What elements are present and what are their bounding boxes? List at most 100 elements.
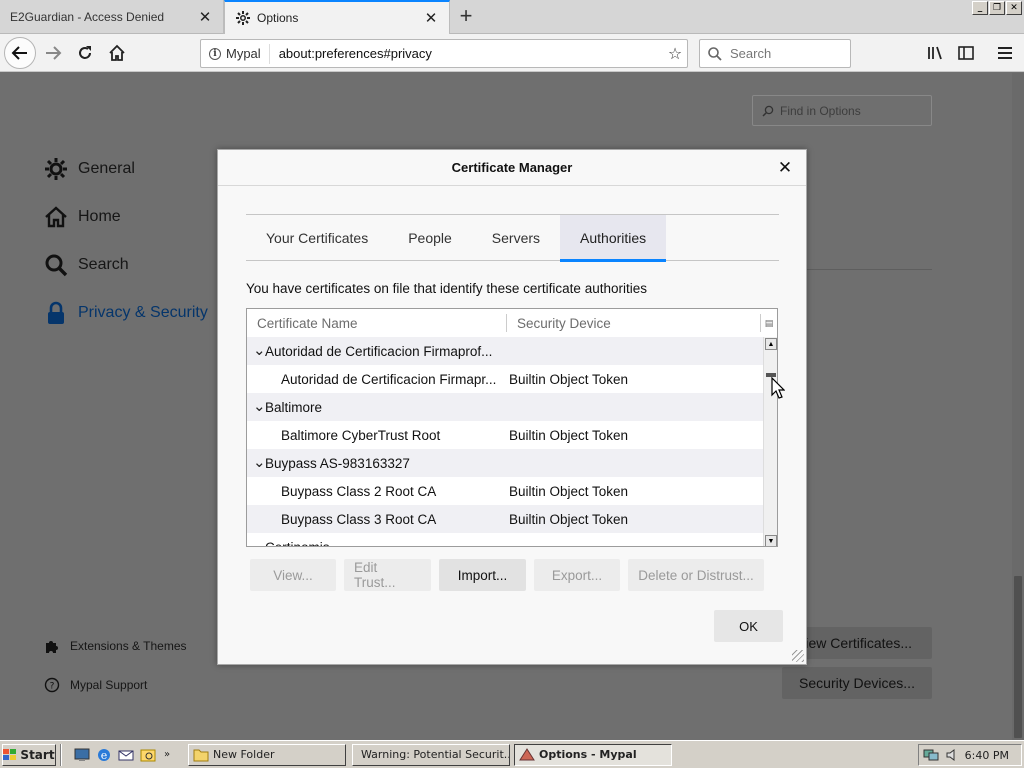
certificate-row[interactable]: Buypass Class 2 Root CA Builtin Object To…: [247, 477, 764, 505]
certificate-row[interactable]: Buypass Class 3 Root CA Builtin Object To…: [247, 505, 764, 533]
mail-icon[interactable]: [118, 747, 134, 763]
scroll-up-icon[interactable]: ▲: [765, 338, 777, 350]
find-in-options-input[interactable]: Find in Options: [752, 95, 932, 126]
page-scrollbar[interactable]: [1012, 73, 1024, 740]
certificate-group-row[interactable]: ⌄ Buypass AS-983163327: [247, 449, 764, 477]
close-icon[interactable]: ✕: [197, 8, 213, 26]
url-text[interactable]: about:preferences#privacy: [270, 46, 663, 61]
chevron-down-icon[interactable]: ⌄: [247, 539, 266, 546]
certificate-row[interactable]: Autoridad de Certificacion Firmapr... Bui…: [247, 365, 764, 393]
extensions-themes-link[interactable]: Extensions & Themes: [44, 638, 187, 654]
home-button[interactable]: [102, 38, 132, 68]
column-security-device[interactable]: Security Device: [507, 314, 761, 332]
security-device: Builtin Object Token: [509, 427, 629, 443]
category-general[interactable]: General: [44, 157, 135, 181]
close-window-icon[interactable]: ✕: [1006, 1, 1022, 15]
category-search[interactable]: Search: [44, 253, 129, 277]
back-arrow-icon: [11, 46, 27, 60]
bookmark-star-icon[interactable]: ☆: [663, 44, 687, 64]
tab-people[interactable]: People: [388, 215, 472, 261]
security-device: Builtin Object Token: [509, 511, 629, 527]
reload-button[interactable]: [70, 38, 100, 68]
puzzle-icon: [46, 641, 58, 653]
hamburger-menu-icon: [998, 47, 1012, 59]
library-button[interactable]: [920, 38, 950, 68]
home-icon: [45, 206, 67, 228]
certificate-manager-dialog: Certificate Manager ✕ Your Certificates …: [217, 149, 807, 665]
column-certificate-name[interactable]: Certificate Name: [247, 314, 507, 332]
search-input[interactable]: Search: [699, 39, 851, 68]
site-identity[interactable]: i Mypal: [201, 43, 270, 64]
certificate-name: Autoridad de Certificacion Firmaprof...: [265, 343, 493, 359]
tree-scrollbar[interactable]: ▲ ▼: [763, 337, 777, 546]
chevron-down-icon[interactable]: ⌄: [247, 343, 266, 358]
tab-options[interactable]: Options ✕: [224, 0, 450, 34]
explorer-icon[interactable]: [140, 747, 156, 763]
category-home[interactable]: Home: [44, 205, 121, 229]
identity-label: Mypal: [226, 46, 261, 61]
close-icon[interactable]: ✕: [776, 159, 794, 177]
column-picker-icon[interactable]: ▤: [761, 318, 777, 329]
category-label: Search: [78, 256, 129, 273]
chevron-more-icon[interactable]: »: [164, 749, 170, 760]
resize-grip[interactable]: [792, 650, 804, 662]
search-icon: [45, 254, 68, 277]
certificate-group-row[interactable]: ⌄ Certinomis: [247, 533, 764, 546]
taskbar-item-warning[interactable]: Warning: Potential Securit...: [352, 743, 510, 766]
security-devices-button[interactable]: Security Devices...: [782, 667, 932, 699]
desktop-icon[interactable]: [74, 747, 90, 763]
security-devices-label: Security Devices...: [799, 675, 915, 691]
svg-text:?: ?: [50, 682, 55, 692]
tab-title: E2Guardian - Access Denied: [10, 10, 165, 24]
menu-button[interactable]: [990, 38, 1020, 68]
tab-e2guardian[interactable]: E2Guardian - Access Denied ✕: [0, 0, 224, 34]
extensions-label: Extensions & Themes: [70, 639, 187, 653]
certificate-group-row[interactable]: ⌄ Autoridad de Certificacion Firmaprof...: [247, 337, 764, 365]
quick-launch: e »: [74, 747, 170, 763]
taskbar-item-options[interactable]: Options - Mypal: [514, 743, 672, 766]
delete-distrust-button[interactable]: Delete or Distrust...: [628, 559, 764, 591]
info-icon: i: [209, 47, 221, 60]
divider: [806, 269, 932, 270]
close-icon[interactable]: ✕: [423, 9, 439, 27]
certificate-group-row[interactable]: ⌄ Baltimore: [247, 393, 764, 421]
navigation-toolbar: i Mypal about:preferences#privacy ☆ Sear…: [0, 34, 1024, 72]
search-icon: [762, 105, 774, 117]
tab-authorities[interactable]: Authorities: [560, 215, 667, 262]
back-button[interactable]: [4, 37, 36, 69]
certificate-tree[interactable]: Certificate Name Security Device ▤ ⌄ Auto…: [246, 308, 778, 547]
url-bar[interactable]: i Mypal about:preferences#privacy ☆: [200, 39, 688, 68]
chevron-down-icon[interactable]: ⌄: [247, 399, 266, 414]
internet-explorer-icon[interactable]: e: [96, 747, 112, 763]
minimize-icon[interactable]: _: [972, 1, 988, 15]
volume-icon[interactable]: [945, 748, 959, 762]
category-privacy-security[interactable]: Privacy & Security: [44, 301, 208, 325]
forward-button[interactable]: [38, 38, 68, 68]
restore-icon[interactable]: ❐: [989, 1, 1005, 15]
new-tab-button[interactable]: +: [454, 4, 478, 28]
tab-strip: E2Guardian - Access Denied ✕ Options ✕ +…: [0, 0, 1024, 34]
ok-button[interactable]: OK: [714, 610, 783, 642]
export-button[interactable]: Export...: [534, 559, 620, 591]
windows-logo-icon: [3, 748, 17, 760]
sidebar-button[interactable]: [951, 38, 981, 68]
network-icon[interactable]: [923, 748, 939, 762]
authorities-description: You have certificates on file that ident…: [246, 281, 647, 296]
certificate-row[interactable]: Baltimore CyberTrust Root Builtin Object …: [247, 421, 764, 449]
start-button[interactable]: Start: [2, 743, 56, 766]
security-device: Builtin Object Token: [509, 483, 629, 499]
folder-icon: [193, 749, 209, 761]
view-button[interactable]: View...: [250, 559, 336, 591]
tab-your-certificates[interactable]: Your Certificates: [246, 215, 388, 261]
scroll-down-icon[interactable]: ▼: [765, 535, 777, 546]
import-button[interactable]: Import...: [439, 559, 526, 591]
edit-trust-button[interactable]: Edit Trust...: [344, 559, 431, 591]
clock: 6:40 PM: [964, 748, 1009, 762]
chevron-down-icon[interactable]: ⌄: [247, 455, 266, 470]
certificate-name: Buypass AS-983163327: [265, 455, 410, 471]
support-link[interactable]: ? Mypal Support: [44, 677, 147, 693]
taskbar-item-new-folder[interactable]: New Folder: [188, 743, 346, 766]
tab-servers[interactable]: Servers: [472, 215, 560, 261]
page-scrollbar-thumb[interactable]: [1014, 576, 1022, 738]
mouse-pointer-icon: [771, 377, 785, 399]
